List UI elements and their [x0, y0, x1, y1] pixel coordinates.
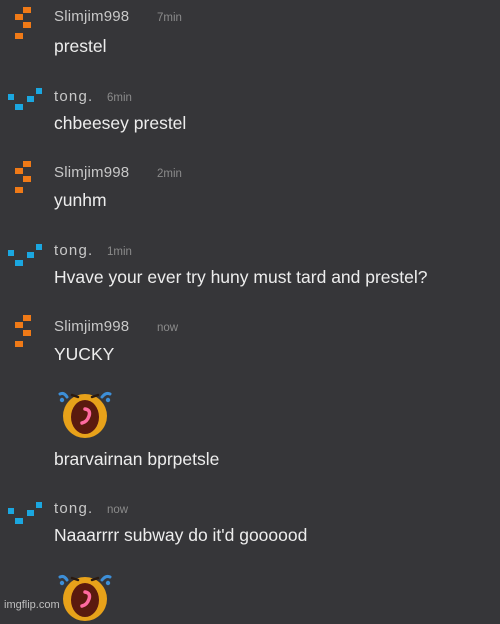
username[interactable]: Slimjim998: [54, 164, 129, 181]
crying-bread-sticker-icon: [58, 391, 112, 438]
timestamp: 2min: [157, 168, 182, 180]
user-avatar-icon[interactable]: [8, 160, 42, 194]
timestamp: 6min: [107, 92, 132, 104]
username[interactable]: tong.: [54, 500, 93, 517]
user-avatar-icon[interactable]: [8, 86, 42, 120]
timestamp: 1min: [107, 246, 132, 258]
message-text: YUCKY: [54, 344, 115, 364]
username[interactable]: tong.: [54, 88, 93, 105]
message-text: prestel: [54, 36, 107, 56]
crying-bread-sticker-icon: [58, 574, 112, 621]
username[interactable]: Slimjim998: [54, 8, 129, 25]
timestamp: now: [157, 322, 179, 334]
message-text: Hvave your ever try huny must tard and p…: [54, 267, 428, 287]
username[interactable]: tong.: [54, 242, 93, 259]
message-text: chbeesey prestel: [54, 113, 187, 133]
username[interactable]: Slimjim998: [54, 318, 129, 335]
user-avatar-icon[interactable]: [8, 242, 42, 276]
message-text: Naaarrrr subway do it'd goooood: [54, 525, 308, 545]
timestamp: 7min: [157, 12, 182, 24]
user-avatar-icon[interactable]: [8, 314, 42, 348]
user-avatar-icon[interactable]: [8, 6, 42, 40]
timestamp: now: [107, 504, 129, 516]
watermark: imgflip.com: [4, 599, 60, 611]
message-text: brarvairnan bprpetsle: [54, 449, 220, 469]
message-text: yunhm: [54, 190, 107, 210]
user-avatar-icon[interactable]: [8, 500, 42, 534]
